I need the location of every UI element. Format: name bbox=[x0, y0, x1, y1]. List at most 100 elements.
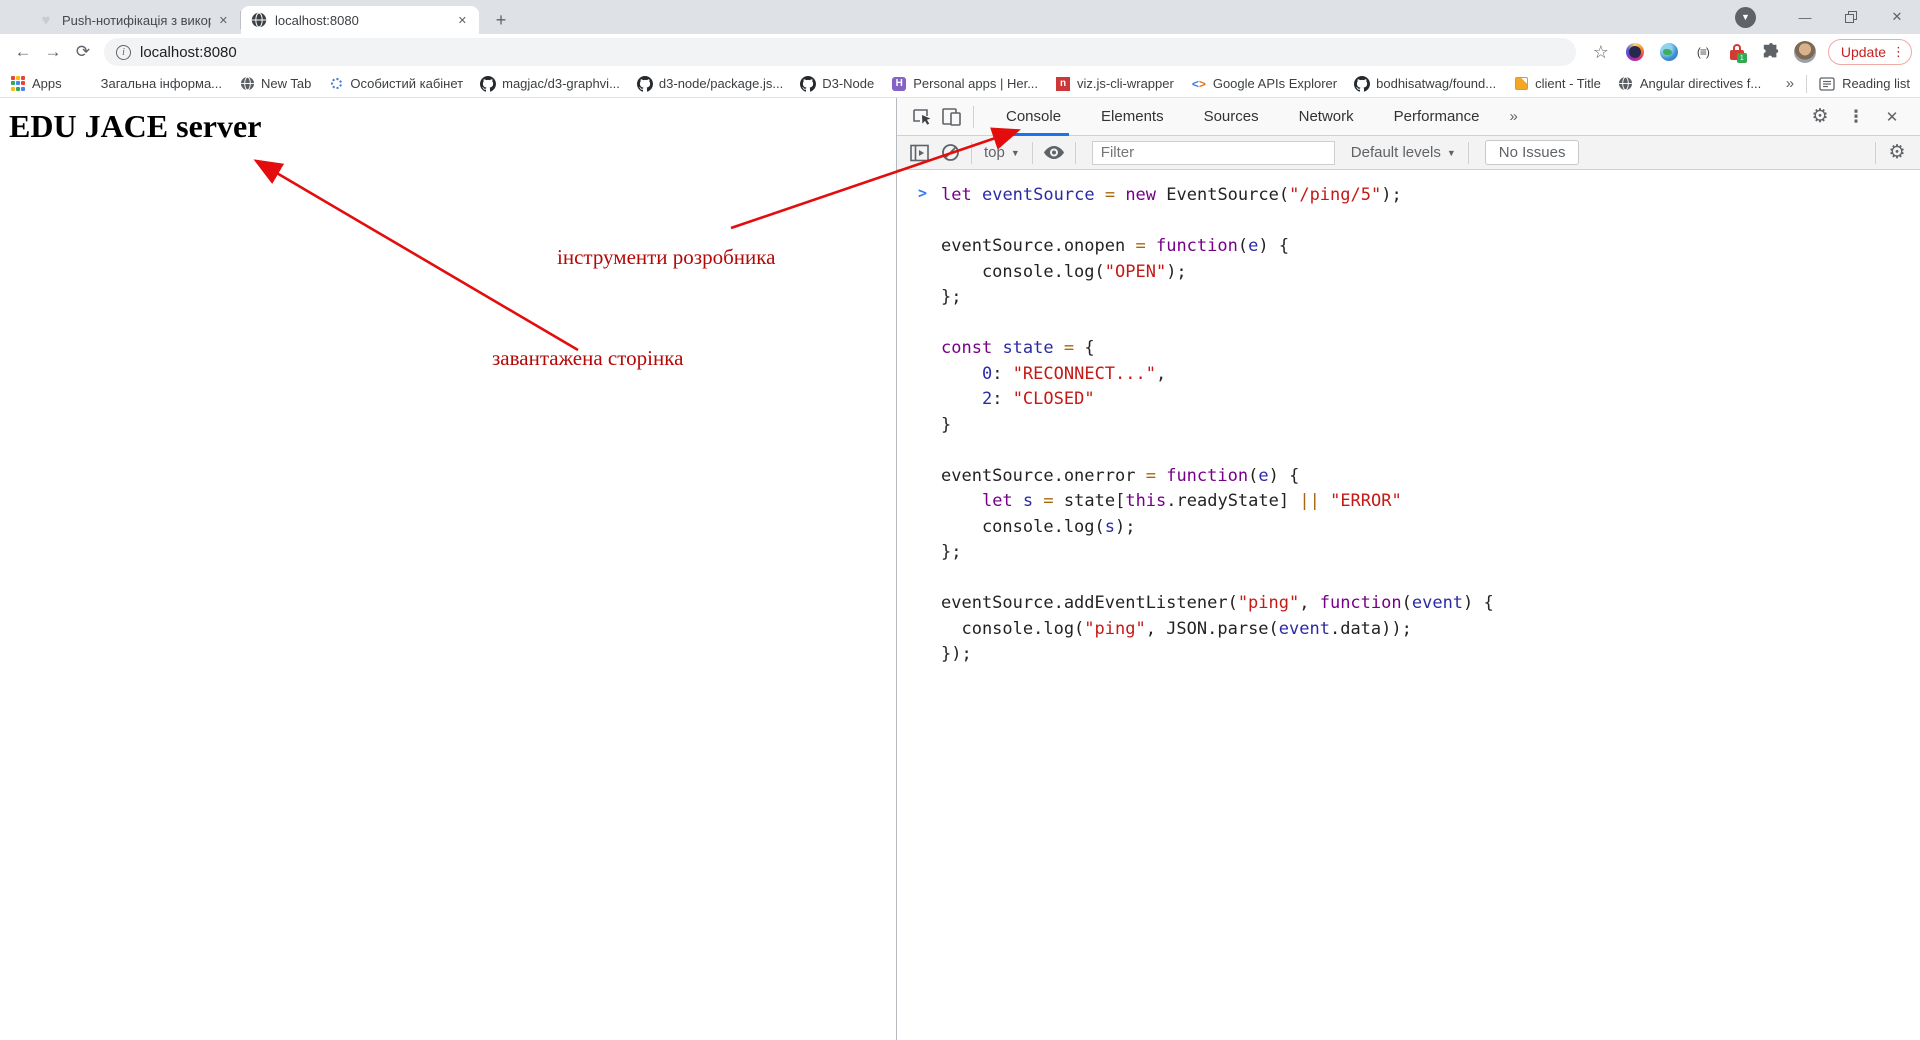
page-title: EDU JACE server bbox=[9, 108, 261, 145]
bookmark-item[interactable]: client - Title bbox=[1513, 76, 1601, 92]
bookmark-item[interactable]: Загальна інформа... bbox=[79, 76, 222, 92]
devtools-tab-bar: Console Elements Sources Network Perform… bbox=[897, 98, 1920, 136]
annotation-loaded-page: завантажена сторінка bbox=[492, 346, 683, 371]
paren-extension-icon[interactable]: (≡) bbox=[1688, 37, 1718, 67]
url-omnibox[interactable]: i localhost:8080 bbox=[104, 38, 1576, 66]
devtools-panel: Console Elements Sources Network Perform… bbox=[896, 98, 1920, 1040]
divider bbox=[1075, 142, 1076, 164]
bookmark-item[interactable]: Angular directives f... bbox=[1618, 76, 1761, 92]
console-prompt-chevron: > bbox=[918, 184, 927, 202]
bookmark-item[interactable]: n viz.js-cli-wrapper bbox=[1055, 76, 1174, 92]
bookmark-item[interactable]: bodhisatwag/found... bbox=[1354, 76, 1496, 92]
console-filter-input[interactable] bbox=[1092, 141, 1335, 165]
bookmark-item[interactable]: Особистий кабінет bbox=[328, 76, 463, 92]
browser-tab-active[interactable]: localhost:8080 ✕ bbox=[241, 6, 479, 34]
code-tag-icon: <> bbox=[1191, 76, 1207, 92]
github-icon bbox=[637, 76, 653, 92]
devtools-tab-elements[interactable]: Elements bbox=[1081, 98, 1184, 136]
eye-icon[interactable] bbox=[1039, 139, 1069, 167]
browser-update-icon[interactable]: ▼ bbox=[1735, 7, 1756, 28]
browser-tab-inactive[interactable]: ♥ Push-нотифікація з використанн ✕ bbox=[28, 6, 240, 34]
browser-tab-strip: ♥ Push-нотифікація з використанн ✕ local… bbox=[0, 0, 1920, 34]
github-icon bbox=[480, 76, 496, 92]
clear-console-icon[interactable] bbox=[935, 139, 965, 167]
npm-icon: n bbox=[1055, 76, 1071, 92]
tab-close-icon[interactable]: ✕ bbox=[456, 12, 469, 29]
globe-favicon-icon bbox=[251, 12, 267, 28]
profile-avatar[interactable] bbox=[1790, 37, 1820, 67]
update-button[interactable]: Update ⋮ bbox=[1828, 39, 1912, 65]
console-sidebar-icon[interactable] bbox=[905, 139, 935, 167]
bookmark-item[interactable]: D3-Node bbox=[800, 76, 874, 92]
no-issues-badge[interactable]: No Issues bbox=[1485, 140, 1580, 165]
heroku-icon: H bbox=[891, 76, 907, 92]
inspect-element-icon[interactable] bbox=[907, 103, 937, 131]
reload-icon[interactable]: ⟳ bbox=[68, 37, 98, 67]
back-icon[interactable]: ← bbox=[8, 37, 38, 67]
rendered-page: EDU JACE server інструменти розробника з… bbox=[0, 98, 896, 1040]
new-tab-button[interactable]: + bbox=[487, 6, 515, 34]
bookmark-item-apps[interactable]: Apps bbox=[10, 76, 62, 92]
devtools-tab-performance[interactable]: Performance bbox=[1374, 98, 1500, 136]
url-text: localhost:8080 bbox=[140, 44, 237, 61]
heart-favicon-icon: ♥ bbox=[38, 12, 54, 28]
dotted-circle-icon bbox=[328, 76, 344, 92]
devtools-close-icon[interactable]: ✕ bbox=[1886, 108, 1899, 126]
device-toolbar-icon[interactable] bbox=[937, 103, 967, 131]
divider bbox=[971, 142, 972, 164]
bookmark-star-icon[interactable]: ☆ bbox=[1593, 42, 1609, 63]
console-entry: > let eventSource = new EventSource("/pi… bbox=[897, 170, 1920, 668]
earth-extension-icon[interactable] bbox=[1654, 37, 1684, 67]
bookmark-item[interactable]: <> Google APIs Explorer bbox=[1191, 76, 1337, 92]
devtools-tab-network[interactable]: Network bbox=[1279, 98, 1374, 136]
bookmark-item[interactable]: d3-node/package.js... bbox=[637, 76, 783, 92]
devtools-tab-console[interactable]: Console bbox=[986, 98, 1081, 136]
window-close-button[interactable]: ✕ bbox=[1874, 0, 1920, 34]
console-toolbar: top ▼ Default levels ▼ No Issues ⚙ bbox=[897, 136, 1920, 170]
tab-title: Push-нотифікація з використанн bbox=[62, 13, 211, 28]
console-settings-gear-icon[interactable]: ⚙ bbox=[1888, 141, 1905, 164]
devtools-menu-dots-icon[interactable]: ⋮ bbox=[1848, 107, 1865, 127]
content-area: EDU JACE server інструменти розробника з… bbox=[0, 98, 1920, 1040]
divider bbox=[1806, 75, 1807, 93]
divider bbox=[1032, 142, 1033, 164]
bookmarks-bar: Apps Загальна інформа... New Tab Особист… bbox=[0, 70, 1920, 98]
devtools-tab-sources[interactable]: Sources bbox=[1184, 98, 1279, 136]
devtools-settings-gear-icon[interactable]: ⚙ bbox=[1811, 105, 1828, 128]
console-output-area[interactable]: > let eventSource = new EventSource("/pi… bbox=[897, 170, 1920, 1040]
globe-icon bbox=[1618, 76, 1634, 92]
ukraine-flag-icon bbox=[79, 76, 95, 92]
bookmark-item[interactable]: H Personal apps | Her... bbox=[891, 76, 1038, 92]
divider bbox=[1875, 142, 1876, 164]
divider bbox=[1468, 142, 1469, 164]
divider bbox=[973, 106, 974, 128]
window-minimize-button[interactable]: — bbox=[1782, 0, 1828, 34]
address-bar: ← → ⟳ i localhost:8080 ☆ (≡) 1 Update ⋮ bbox=[0, 34, 1920, 70]
lock-extension-icon[interactable]: 1 bbox=[1722, 37, 1752, 67]
bookmarks-overflow-chevron[interactable]: » bbox=[1786, 75, 1794, 92]
log-levels-dropdown[interactable]: Default levels ▼ bbox=[1351, 144, 1456, 161]
context-selector-dropdown[interactable]: top ▼ bbox=[984, 144, 1020, 161]
globe-icon bbox=[239, 76, 255, 92]
puzzle-extensions-icon[interactable] bbox=[1756, 37, 1786, 67]
annotation-devtools: інструменти розробника bbox=[557, 245, 775, 270]
tab-title: localhost:8080 bbox=[275, 13, 450, 28]
page-info-icon[interactable]: i bbox=[116, 45, 131, 60]
reading-list-button[interactable]: Reading list bbox=[1819, 76, 1910, 92]
bookmark-item[interactable]: magjac/d3-graphvi... bbox=[480, 76, 620, 92]
browser-menu-dots-icon[interactable]: ⋮ bbox=[1892, 44, 1905, 60]
reading-list-icon bbox=[1819, 76, 1835, 92]
tab-close-icon[interactable]: ✕ bbox=[217, 12, 230, 29]
forward-icon[interactable]: → bbox=[38, 37, 68, 67]
chevron-down-icon: ▼ bbox=[1011, 148, 1020, 158]
devtools-more-tabs-chevron[interactable]: » bbox=[1500, 108, 1528, 125]
window-restore-button[interactable] bbox=[1828, 0, 1874, 34]
bookmark-item[interactable]: New Tab bbox=[239, 76, 311, 92]
github-icon bbox=[800, 76, 816, 92]
instagram-extension-icon[interactable] bbox=[1620, 37, 1650, 67]
console-code: let eventSource = new EventSource("/ping… bbox=[941, 183, 1920, 668]
sticky-note-icon bbox=[1513, 76, 1529, 92]
github-icon bbox=[1354, 76, 1370, 92]
apps-grid-icon bbox=[10, 76, 26, 92]
lock-badge: 1 bbox=[1737, 53, 1747, 63]
